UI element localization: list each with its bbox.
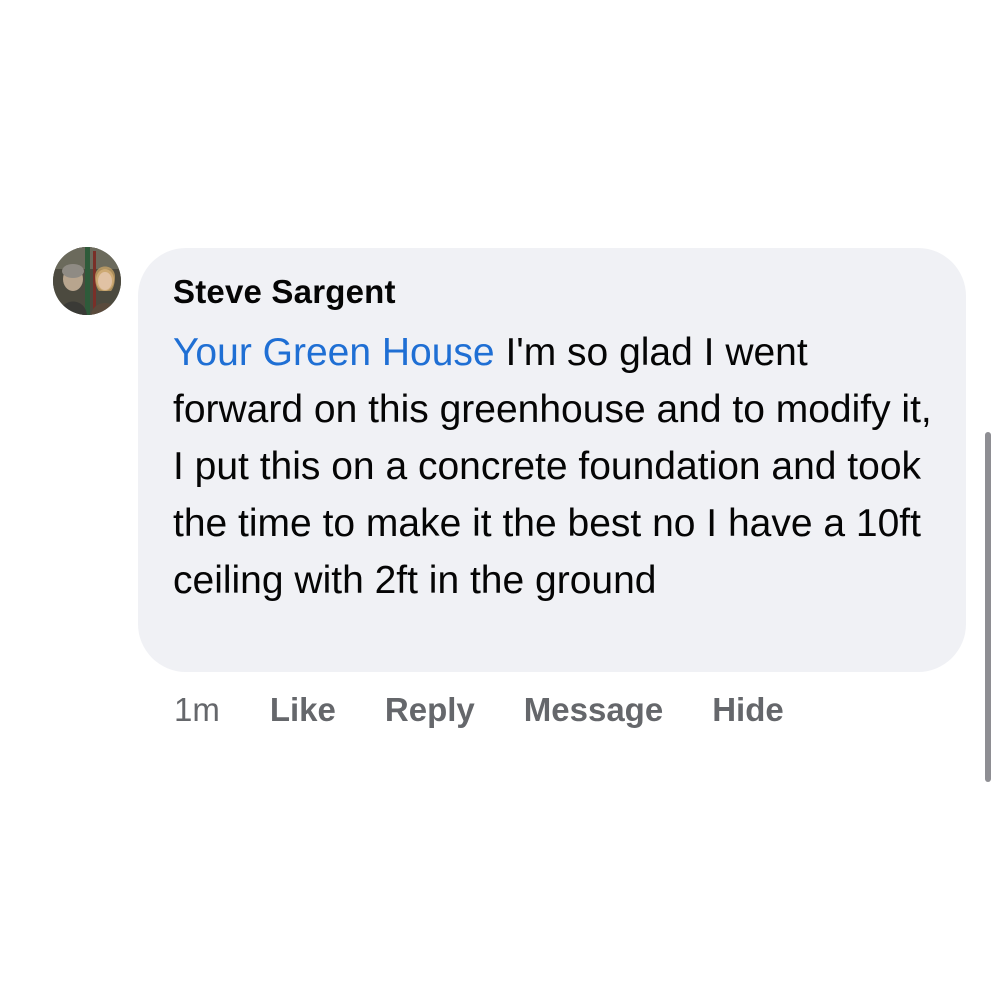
comment-thread: Steve Sargent Your Green House I'm so gl…: [0, 0, 1000, 1000]
profile-photo-icon: [53, 247, 121, 315]
reply-button[interactable]: Reply: [385, 691, 475, 729]
comment-timestamp[interactable]: 1m: [174, 691, 220, 729]
avatar[interactable]: [53, 247, 121, 315]
hide-button[interactable]: Hide: [712, 691, 784, 729]
comment-body: Your Green House I'm so glad I went forw…: [173, 324, 943, 609]
message-button[interactable]: Message: [524, 691, 663, 729]
mention-link[interactable]: Your Green House: [173, 331, 495, 374]
like-button[interactable]: Like: [270, 691, 336, 729]
comment-bubble: Steve Sargent Your Green House I'm so gl…: [138, 248, 966, 672]
scrollbar[interactable]: [985, 432, 991, 782]
comment-actions: 1m Like Reply Message Hide: [174, 688, 833, 732]
comment-author[interactable]: Steve Sargent: [173, 272, 934, 312]
